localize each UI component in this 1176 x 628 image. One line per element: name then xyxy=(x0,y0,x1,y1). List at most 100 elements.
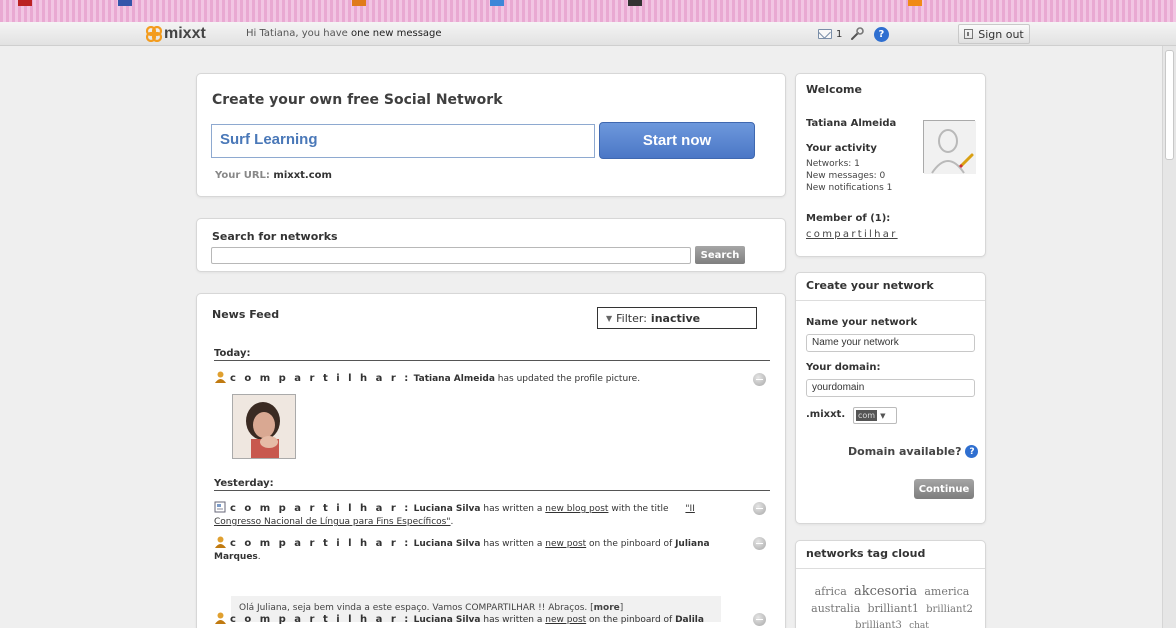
tag-link[interactable]: chat xyxy=(909,621,929,628)
feed-user-name[interactable]: Luciana Silva xyxy=(414,615,481,625)
tld-selected-value: com xyxy=(856,410,878,421)
logo-text: mixxt xyxy=(164,25,206,42)
new-notifications-count: New notifications 1 xyxy=(806,183,893,193)
search-title: Search for networks xyxy=(212,230,338,243)
hide-entry-button[interactable] xyxy=(753,613,766,626)
scrollbar-thumb[interactable] xyxy=(1165,50,1174,160)
avatar-silhouette-icon xyxy=(924,121,976,174)
feed-network-name[interactable]: c o m p a r t i l h a r : xyxy=(230,538,411,549)
network-name-input[interactable]: Surf Learning xyxy=(211,124,595,158)
search-networks-panel: Search for networks Search xyxy=(196,218,786,272)
help-icon: ? xyxy=(873,26,889,42)
bookmark-marker xyxy=(18,0,32,6)
search-input[interactable] xyxy=(211,247,691,264)
tools-button[interactable] xyxy=(848,26,866,42)
filter-value: inactive xyxy=(650,311,701,325)
topbar-icon-group: 1 ? xyxy=(818,26,890,42)
tag-link[interactable]: america xyxy=(924,585,969,598)
door-icon xyxy=(964,29,974,39)
mixxt-logo-icon xyxy=(146,26,162,42)
create-network-title: Create your own free Social Network xyxy=(212,92,503,108)
page-scrollbar[interactable] xyxy=(1162,46,1176,628)
avatar[interactable] xyxy=(923,120,976,174)
create-social-network-panel: Create your own free Social Network Surf… xyxy=(196,73,786,197)
feed-user-name[interactable]: Luciana Silva xyxy=(414,539,481,549)
tld-label: .mixxt. xyxy=(806,409,846,420)
search-button[interactable]: Search xyxy=(695,246,745,264)
feed-filter-dropdown[interactable]: ▼ Filter: inactive xyxy=(597,307,757,329)
create-your-network-panel: Create your network Name your network Na… xyxy=(795,272,986,524)
tag-link[interactable]: brilliant1 xyxy=(867,602,918,615)
feed-network-name[interactable]: c o m p a r t i l h a r : xyxy=(230,503,411,514)
profile-photo-image xyxy=(233,395,295,458)
feed-user-name[interactable]: Tatiana Almeida xyxy=(414,374,495,384)
mixxt-logo[interactable]: mixxt xyxy=(146,25,206,43)
new-post-link[interactable]: new post xyxy=(545,539,586,549)
wrench-icon xyxy=(851,27,865,40)
feed-entry-text: has updated the profile picture. xyxy=(497,374,641,384)
feed-network-name[interactable]: c o m p a r t i l h a r : xyxy=(230,614,411,625)
new-message-link[interactable]: one new message xyxy=(351,28,442,39)
profile-picture-thumbnail[interactable] xyxy=(232,394,296,459)
envelope-icon xyxy=(818,29,832,39)
filter-triangle-icon: ▼ xyxy=(606,313,613,323)
user-name[interactable]: Tatiana Almeida xyxy=(806,118,896,129)
feed-entry: c o m p a r t i l h a r : Luciana Silva … xyxy=(214,536,744,564)
tag-link[interactable]: akcesoria xyxy=(854,584,917,599)
domain-field[interactable]: yourdomain xyxy=(806,379,975,397)
activity-stats: Networks: 1 New messages: 0 New notifica… xyxy=(806,158,892,194)
hide-entry-button[interactable] xyxy=(753,373,766,386)
tag-link[interactable]: brilliant3 xyxy=(855,620,902,628)
welcome-panel: Welcome Tatiana Almeida Your activity Ne… xyxy=(795,73,986,257)
welcome-title: Welcome xyxy=(806,83,862,96)
tag-link[interactable]: africa xyxy=(815,585,847,598)
pinboard-owner-name[interactable]: Dalila xyxy=(675,615,704,625)
network-name-field[interactable]: Name your network xyxy=(806,334,975,352)
browser-bookmark-strip xyxy=(0,0,1176,22)
chevron-down-icon: ▼ xyxy=(880,411,886,420)
domain-available-check[interactable]: Domain available? ? xyxy=(848,445,979,458)
panel-divider xyxy=(796,568,985,569)
feed-entry-text: on the pinboard of xyxy=(589,615,673,625)
filter-label: Filter: xyxy=(616,311,647,325)
networks-count: Networks: 1 xyxy=(806,159,860,169)
tag-link[interactable]: brilliant2 xyxy=(926,604,973,615)
message-count: 1 xyxy=(836,28,843,40)
user-icon xyxy=(215,371,226,383)
tag-link[interactable]: australia xyxy=(811,602,860,615)
tag-cloud-panel: networks tag cloud africa akcesoria amer… xyxy=(795,540,986,628)
feed-network-name[interactable]: c o m p a r t i l h a r : xyxy=(230,373,411,384)
new-post-link[interactable]: new post xyxy=(545,615,586,625)
sign-out-label: Sign out xyxy=(978,27,1024,41)
hide-entry-button[interactable] xyxy=(753,537,766,550)
bookmark-marker xyxy=(118,0,132,6)
member-network-link[interactable]: compartilhar xyxy=(806,229,898,240)
hide-entry-button[interactable] xyxy=(753,502,766,515)
member-of-title: Member of (1): xyxy=(806,213,891,224)
tld-select[interactable]: com ▼ xyxy=(853,407,897,424)
feed-entry-text: has written a xyxy=(483,504,543,514)
url-value: mixxt.com xyxy=(273,170,332,181)
user-icon xyxy=(215,536,226,548)
bookmark-marker xyxy=(352,0,366,6)
bookmark-marker xyxy=(908,0,922,6)
activity-title: Your activity xyxy=(806,143,877,154)
yesterday-heading: Yesterday: xyxy=(214,478,770,491)
new-blog-post-link[interactable]: new blog post xyxy=(545,504,608,514)
feed-user-name[interactable]: Luciana Silva xyxy=(414,504,481,514)
top-navigation-bar: mixxt Hi Tatiana, you have one new messa… xyxy=(0,22,1176,46)
blog-post-icon xyxy=(214,501,226,513)
news-feed-title: News Feed xyxy=(212,308,280,321)
user-icon xyxy=(215,612,226,624)
feed-entry-text: has written a xyxy=(483,539,543,549)
sign-out-button[interactable]: Sign out xyxy=(958,24,1030,44)
help-button[interactable]: ? xyxy=(872,26,890,42)
messages-button[interactable]: 1 xyxy=(818,26,842,42)
domain-label: Your domain: xyxy=(806,362,881,373)
feed-entry-text: . xyxy=(257,552,261,562)
create-your-network-title: Create your network xyxy=(806,279,934,292)
greeting-prefix: Hi Tatiana, you have xyxy=(246,28,348,39)
start-now-button[interactable]: Start now xyxy=(599,122,755,159)
today-heading: Today: xyxy=(214,348,770,361)
continue-button[interactable]: Continue xyxy=(914,479,974,499)
